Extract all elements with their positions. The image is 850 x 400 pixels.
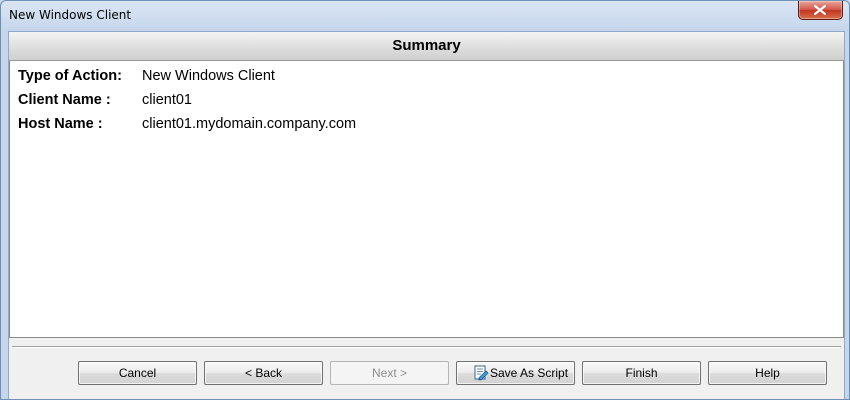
script-icon [474, 365, 489, 381]
summary-header: Summary [9, 32, 844, 61]
title-bar[interactable]: New Windows Client [1, 1, 849, 31]
finish-button[interactable]: Finish [582, 361, 701, 385]
help-button[interactable]: Help [708, 361, 827, 385]
save-as-script-button[interactable]: Save As Script [456, 361, 575, 385]
save-as-script-label: Save As Script [490, 366, 569, 380]
close-button[interactable] [798, 1, 843, 20]
dialog-content: Summary Type of Action: New Windows Clie… [8, 31, 845, 399]
host-name-label: Host Name : [18, 116, 103, 132]
close-icon [814, 5, 826, 15]
next-button: Next > [330, 361, 449, 385]
action-type-value: New Windows Client [142, 68, 275, 84]
summary-panel: Type of Action: New Windows Client Clien… [9, 61, 844, 338]
host-name-value: client01.mydomain.company.com [142, 116, 357, 132]
window-title: New Windows Client [9, 8, 132, 22]
action-type-label: Type of Action: [18, 68, 122, 84]
back-button[interactable]: < Back [204, 361, 323, 385]
client-name-value: client01 [142, 92, 192, 108]
cancel-button[interactable]: Cancel [78, 361, 197, 385]
client-name-label: Client Name : [18, 92, 111, 108]
dialog-window: New Windows Client Summary Type of Actio… [0, 0, 850, 400]
button-separator [12, 346, 841, 348]
